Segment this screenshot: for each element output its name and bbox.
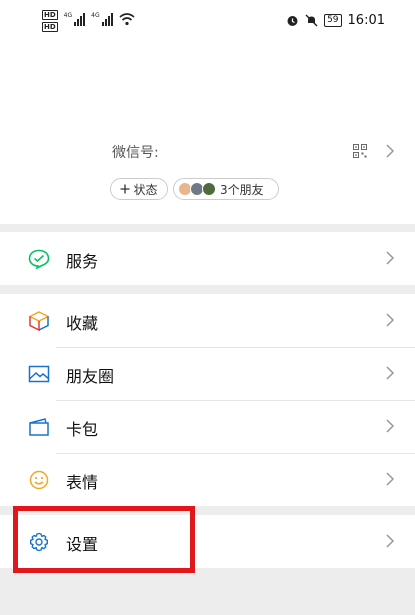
add-status-button[interactable]: 状态: [110, 178, 168, 200]
status-bar: HD HD 4G 4G 59 16:01: [0, 0, 415, 44]
settings-highlight-box: [13, 506, 195, 573]
cards-label: 卡包: [66, 420, 99, 439]
clock: 16:01: [347, 13, 385, 28]
chevron-right-icon: [386, 366, 395, 380]
chevron-right-icon: [386, 472, 395, 486]
chevron-right-icon: [386, 313, 395, 327]
moments-picture-icon: [28, 365, 50, 383]
chevron-right-icon: [386, 534, 395, 548]
network-type: 4G: [91, 12, 100, 19]
favorites-label: 收藏: [66, 314, 99, 333]
hd-indicators: HD HD: [42, 10, 58, 32]
friends-count-label: 3个朋友: [220, 182, 264, 197]
network-type: 4G: [63, 12, 73, 19]
signal-icon: 4G: [91, 12, 113, 26]
status-button-label: 状态: [133, 182, 158, 197]
status-right: 59 16:01: [286, 13, 385, 28]
smiley-icon: [29, 470, 49, 490]
profile-header[interactable]: 微信号: 状态 3个朋友: [0, 44, 415, 224]
menu-item-services[interactable]: 服务: [0, 232, 415, 285]
services-icon: [28, 249, 50, 269]
services-label: 服务: [66, 252, 99, 271]
signal-icon: 4G: [63, 12, 86, 26]
alarm-icon: [287, 16, 298, 26]
wifi-icon: [119, 13, 135, 26]
qr-code-icon[interactable]: [353, 144, 367, 158]
chevron-right-icon: [386, 251, 395, 265]
features-group: 收藏 朋友圈 卡包 表情: [0, 294, 415, 506]
friend-avatar: [202, 182, 216, 196]
battery-icon: 59: [324, 14, 342, 27]
friends-status-button[interactable]: 3个朋友: [173, 178, 279, 200]
services-group: 服务: [0, 232, 415, 285]
menu-item-stickers[interactable]: 表情: [0, 453, 415, 506]
chevron-right-icon: [386, 144, 395, 158]
favorites-cube-icon: [28, 311, 50, 331]
menu-item-moments[interactable]: 朋友圈: [0, 347, 415, 400]
stickers-label: 表情: [66, 473, 99, 492]
wechat-id-row[interactable]: 微信号:: [112, 142, 395, 162]
menu-item-favorites[interactable]: 收藏: [0, 294, 415, 347]
wechat-id-label: 微信号:: [112, 145, 159, 161]
plus-icon: [120, 184, 130, 194]
mute-icon: [305, 14, 318, 27]
hd-badge: HD: [42, 22, 58, 32]
menu-item-cards[interactable]: 卡包: [0, 400, 415, 453]
card-wallet-icon: [29, 418, 49, 436]
chevron-right-icon: [386, 419, 395, 433]
moments-label: 朋友圈: [66, 367, 115, 386]
hd-badge: HD: [42, 10, 58, 20]
status-left: HD HD 4G 4G: [42, 10, 135, 32]
